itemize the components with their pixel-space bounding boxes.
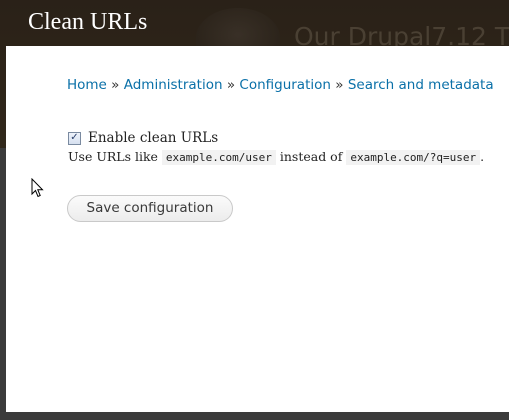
overlay-content-panel: Home » Administration » Configuration » … (6, 46, 509, 412)
breadcrumb-separator: » (335, 77, 348, 93)
breadcrumb-separator: » (226, 77, 240, 93)
mouse-pointer-icon (31, 178, 44, 198)
save-configuration-button[interactable]: Save configuration (67, 195, 233, 222)
breadcrumb-configuration[interactable]: Configuration (239, 77, 331, 93)
breadcrumb-search-and-metadata[interactable]: Search and metadata (348, 77, 494, 93)
checkbox-checked-icon: ✓ (70, 132, 79, 143)
example-clean-url: example.com/user (161, 150, 276, 165)
overlay-title: Clean URLs (28, 9, 148, 35)
breadcrumb: Home » Administration » Configuration » … (67, 77, 494, 93)
clean-urls-description: Use URLs like example.com/user instead o… (68, 149, 485, 165)
clean-urls-option: ✓ Enable clean URLs (68, 130, 218, 146)
enable-clean-urls-label[interactable]: Enable clean URLs (88, 130, 218, 146)
breadcrumb-separator: » (111, 77, 124, 93)
description-middle: instead of (279, 149, 343, 164)
description-prefix: Use URLs like (68, 149, 158, 164)
breadcrumb-home[interactable]: Home (67, 77, 107, 93)
description-suffix: . (480, 149, 485, 164)
example-dirty-url: example.com/?q=user (346, 150, 481, 165)
enable-clean-urls-checkbox[interactable]: ✓ (68, 131, 81, 145)
breadcrumb-administration[interactable]: Administration (124, 77, 223, 93)
